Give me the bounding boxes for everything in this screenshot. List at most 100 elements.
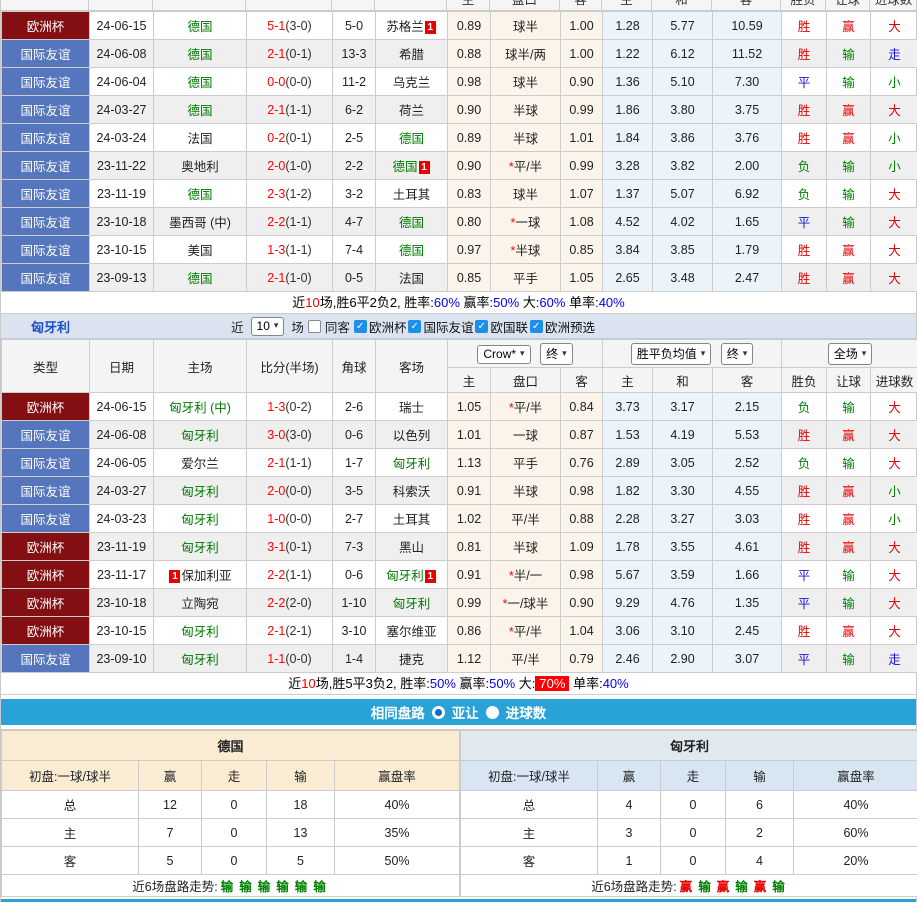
- team-name: 乌克兰: [393, 76, 431, 90]
- same-away-checkbox[interactable]: [308, 320, 321, 333]
- league-checkbox[interactable]: [408, 320, 421, 333]
- row-label: 客: [2, 847, 139, 875]
- match-row: 国际友谊24-06-08匈牙利3-0(3-0)0-6以色列1.01一球0.871…: [2, 421, 917, 449]
- team-name: 匈牙利: [386, 569, 424, 583]
- euro-away-odds: 1.66: [713, 561, 782, 589]
- goals-label[interactable]: 进球数: [506, 702, 547, 722]
- league-cell: 国际友谊: [2, 40, 90, 68]
- summary-segment: 大:: [515, 676, 535, 691]
- col-date: 日期: [90, 340, 154, 393]
- match-row: 国际友谊24-06-04德国0-0(0-0)11-2乌克兰0.98球半0.901…: [2, 68, 917, 96]
- league-cell: 欧洲杯: [2, 533, 90, 561]
- league-cell: 国际友谊: [2, 236, 90, 264]
- league-checkbox-label[interactable]: 国际友谊: [423, 317, 473, 336]
- bookmaker-select[interactable]: Crow*▾: [477, 345, 530, 364]
- euro-home-odds: 2.65: [603, 264, 653, 292]
- handicap-home-odds: 1.05: [448, 393, 491, 421]
- league-checkbox-label[interactable]: 欧洲预选: [545, 317, 595, 336]
- clipped-header-cell: [246, 0, 332, 11]
- result-controls: 全场▾: [782, 340, 917, 368]
- score-cell: 2-1(1-1): [247, 449, 333, 477]
- score-cell: 2-2(2-0): [247, 589, 333, 617]
- summary-segment: 10: [301, 676, 315, 691]
- corner-cell: 1-10: [333, 589, 376, 617]
- league-checkbox[interactable]: [354, 320, 367, 333]
- handicap-away-odds: 1.09: [561, 533, 603, 561]
- panel-header-cell: 赢: [139, 761, 202, 791]
- summary-segment: 场,胜5平3负2, 胜率:: [316, 676, 430, 691]
- date-cell: 24-03-23: [90, 505, 154, 533]
- summary-segment: 场,胜6平2负2, 胜率:: [320, 295, 434, 310]
- sub-header-cell: 和: [653, 368, 713, 393]
- result-cell: 胜: [782, 96, 827, 124]
- row-value: 35%: [335, 819, 460, 847]
- handicap-away-odds: 0.99: [561, 152, 603, 180]
- euro-draw-odds: 6.12: [653, 40, 713, 68]
- handicap-home-odds: 0.85: [448, 264, 491, 292]
- euro-draw-odds: 4.19: [653, 421, 713, 449]
- score-cell: 2-0(0-0): [247, 477, 333, 505]
- team-cell: 匈牙利: [376, 589, 448, 617]
- league-checkbox-label[interactable]: 欧洲杯: [369, 317, 407, 336]
- team-cell: 捷克: [376, 645, 448, 673]
- clipped-header-cell: 客: [712, 0, 781, 11]
- league-checkbox-label[interactable]: 欧国联: [490, 317, 528, 336]
- handicap-final-select[interactable]: 终▾: [540, 343, 573, 365]
- team-cell: 德国: [154, 96, 247, 124]
- team-name: 希腊: [399, 48, 424, 62]
- team-name: 匈牙利: [181, 429, 219, 443]
- row-value: 40%: [335, 791, 460, 819]
- clipped-header-cell: 和: [652, 0, 712, 11]
- full-match-select[interactable]: 全场▾: [828, 343, 873, 365]
- euro-draw-odds: 2.90: [653, 645, 713, 673]
- team-cell: 德国1: [376, 152, 448, 180]
- league-checkbox[interactable]: [530, 320, 543, 333]
- row-value: 12: [139, 791, 202, 819]
- score-cell: 2-1(1-1): [247, 96, 333, 124]
- avg-odds-select[interactable]: 胜平负均值▾: [631, 343, 712, 365]
- summary-segment: 10: [305, 295, 319, 310]
- row-value: 0: [202, 791, 267, 819]
- corner-cell: 13-3: [333, 40, 376, 68]
- euro-home-odds: 1.37: [603, 180, 653, 208]
- score-cell: 1-3(0-2): [247, 393, 333, 421]
- team-name: 德国: [399, 244, 424, 258]
- hungary-section-bar: 匈牙利 近 10▾ 场 同客 欧洲杯国际友谊欧国联欧洲预选: [1, 314, 916, 339]
- goals-radio[interactable]: [486, 706, 499, 719]
- euro-home-odds: 1.84: [603, 124, 653, 152]
- row-label: 总: [461, 791, 598, 819]
- result-cell: 平: [782, 68, 827, 96]
- row-value: 5: [139, 847, 202, 875]
- odds-final-select[interactable]: 终▾: [721, 343, 754, 365]
- team-cell: 匈牙利: [154, 533, 247, 561]
- asian-handicap-radio[interactable]: [432, 706, 445, 719]
- handicap-away-odds: 0.99: [561, 96, 603, 124]
- asian-handicap-label[interactable]: 亚让: [452, 702, 479, 722]
- team-cell: 德国: [376, 208, 448, 236]
- goals-result-cell: 大: [871, 393, 917, 421]
- team-name: 德国: [187, 272, 212, 286]
- handicap-away-odds: 1.04: [561, 617, 603, 645]
- result-cell: 平: [782, 589, 827, 617]
- team-cell: 希腊: [376, 40, 448, 68]
- halftime-score: (0-1): [285, 47, 311, 61]
- row-value: 5: [267, 847, 335, 875]
- match-row: 国际友谊23-11-19德国2-3(1-2)3-2土耳其0.83球半1.071.…: [2, 180, 917, 208]
- score-cell: 2-1(2-1): [247, 617, 333, 645]
- league-checkbox[interactable]: [475, 320, 488, 333]
- handicap-line: 平手: [491, 264, 561, 292]
- chevron-down-icon: ▾: [274, 321, 279, 330]
- recent-count-select[interactable]: 10▾: [251, 317, 285, 336]
- corner-cell: 5-0: [333, 12, 376, 40]
- match-row: 国际友谊23-11-22奥地利2-0(1-0)2-2德国10.90*平/半0.9…: [2, 152, 917, 180]
- league-cell: 国际友谊: [2, 180, 90, 208]
- sub-header-cell: 客: [713, 368, 782, 393]
- score-cell: 3-1(0-1): [247, 533, 333, 561]
- euro-home-odds: 5.67: [603, 561, 653, 589]
- euro-home-odds: 1.82: [603, 477, 653, 505]
- team-name: 匈牙利: [181, 485, 219, 499]
- halftime-score: (3-0): [285, 19, 311, 33]
- panel-header-cell: 输: [726, 761, 794, 791]
- date-cell: 24-03-24: [90, 124, 154, 152]
- team-name: 捷克: [399, 653, 424, 667]
